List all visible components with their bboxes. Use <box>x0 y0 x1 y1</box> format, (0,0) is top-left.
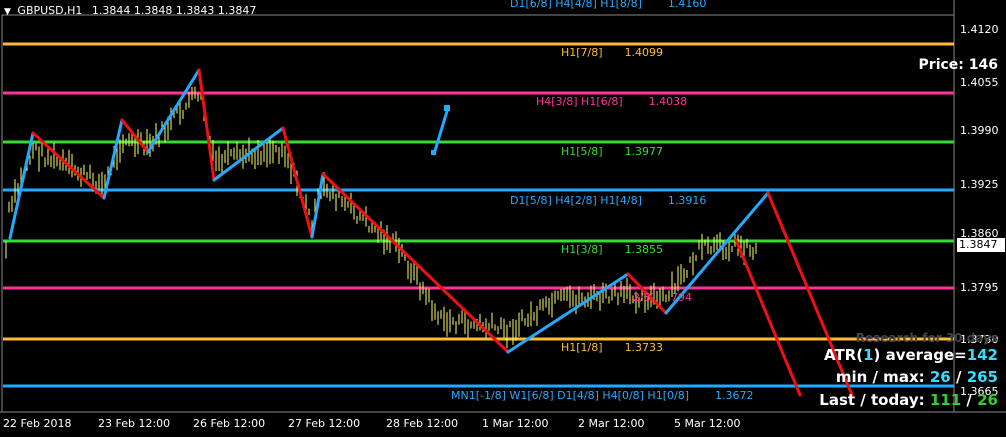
price-tick: 1.4055 <box>960 76 999 89</box>
level-label-h1-3-8: H1[3/8] 1.3855 <box>561 243 664 256</box>
zigzag-up-1 <box>8 131 35 240</box>
zigzag-down-3 <box>197 68 216 182</box>
level-label-d1-5-8: D1[5/8] H4[2/8] H1[4/8] 1.3916 <box>510 194 707 207</box>
zigzag-marker <box>444 105 450 111</box>
time-tick: 5 Mar 12:00 <box>674 417 741 430</box>
zigzag-up-2 <box>102 118 124 200</box>
current-price-marker: 1.3847 <box>957 238 1005 252</box>
price-tick: 1.3990 <box>960 124 999 137</box>
research-caption: Research for 30 days <box>855 331 998 345</box>
level-label-top: D1[6/8] H4[4/8] H1[8/8] 1.4160 <box>510 0 707 10</box>
time-tick: 22 Feb 2018 <box>3 417 72 430</box>
time-tick: 27 Feb 12:00 <box>288 417 361 430</box>
zigzag-down-4 <box>281 126 314 239</box>
zigzag-indicator <box>8 68 854 397</box>
zigzag-down-5 <box>321 172 510 354</box>
symbol-timeframe: GBPUSD,H1 <box>17 4 83 17</box>
atr-last-today: Last / today: 111 / 26 <box>819 391 998 409</box>
zigzag-marker <box>431 150 436 155</box>
zigzag-blue-short <box>432 106 450 156</box>
time-tick: 26 Feb 12:00 <box>193 417 266 430</box>
atr-min-max: min / max: 26 / 265 <box>835 368 998 386</box>
price-tick: 1.3795 <box>960 281 999 294</box>
level-label-bottom: MN1[-1/8] W1[6/8] D1[4/8] H4[0/8] H1[0/8… <box>451 389 754 402</box>
price-readout: Price: 146 <box>918 57 998 73</box>
atr-average: ATR(1) average=142 <box>824 346 998 364</box>
level-label-h1-1-8: H1[1/8] 1.3733 <box>561 341 664 354</box>
price-tick: 1.3925 <box>960 178 999 191</box>
candlestick-series <box>5 86 757 349</box>
price-tick: 1.4120 <box>960 23 999 36</box>
zigzag-up-5 <box>310 172 325 239</box>
level-label-h1-7-8: H1[7/8] 1.4099 <box>561 46 664 59</box>
time-tick: 2 Mar 12:00 <box>578 417 645 430</box>
plot-area-border <box>1 14 955 413</box>
ohlc-values: 1.3844 1.3848 1.3843 1.3847 <box>91 4 257 17</box>
chart-header: ▼ GBPUSD,H1 1.3844 1.3848 1.3843 1.3847 <box>4 4 256 17</box>
dropdown-triangle-icon[interactable]: ▼ <box>4 7 11 17</box>
level-label-h1-2-8: 2/8] 794 <box>633 291 692 304</box>
time-tick: 28 Feb 12:00 <box>386 417 459 430</box>
level-label-h4-3-8: H4[3/8] H1[6/8] 1.4038 <box>536 95 688 108</box>
zigzag-down-8 <box>734 238 802 397</box>
zigzag-up-3 <box>146 68 201 154</box>
zigzag-down-7 <box>766 191 854 397</box>
time-tick: 23 Feb 12:00 <box>98 417 171 430</box>
level-label-h1-5-8: H1[5/8] 1.3977 <box>561 145 664 158</box>
time-tick: 1 Mar 12:00 <box>482 417 549 430</box>
